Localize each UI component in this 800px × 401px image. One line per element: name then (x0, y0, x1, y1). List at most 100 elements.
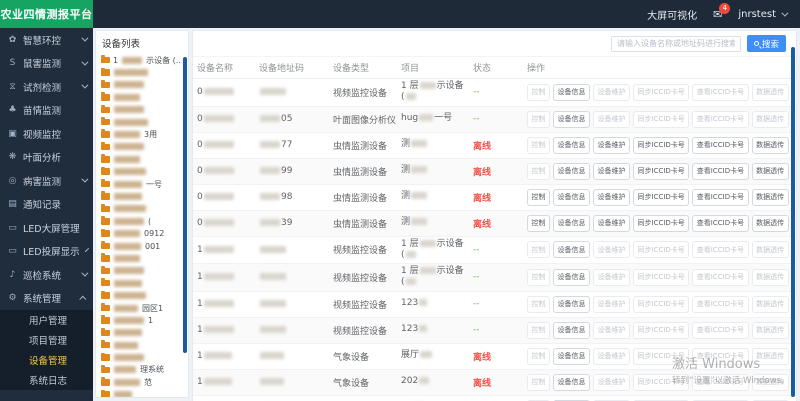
tree-item[interactable] (101, 116, 185, 128)
op-button-6[interactable]: 数据透传 (751, 83, 789, 101)
sidebar-item-2[interactable]: S 鼠害监测 (0, 52, 93, 76)
op-button-4[interactable]: 同步ICCID卡号 (633, 268, 690, 286)
tree-item[interactable] (101, 339, 185, 351)
tree-item[interactable]: 理系统 (101, 364, 185, 376)
op-button-3[interactable]: 设备维护 (593, 373, 630, 391)
op-button-5[interactable]: 查看ICCID卡号 (692, 347, 749, 365)
search-button[interactable]: 搜索 (746, 35, 786, 52)
sidebar-item-8[interactable]: ▤ 通知记录 (0, 193, 93, 217)
sidebar-item-4[interactable]: ♣ 苗情监测 (0, 99, 93, 123)
sidebar-subitem-系统日志[interactable]: 系统日志 (0, 370, 93, 390)
op-button-6[interactable]: 数据透传 (751, 214, 789, 232)
sidebar-item-3[interactable]: ⧖ 试剂检测 (0, 75, 93, 99)
message-icon-wrap[interactable]: ✉ 4 (713, 2, 731, 21)
sidebar-item-6[interactable]: ❋ 叶面分析 (0, 146, 93, 170)
op-button-5[interactable]: 查看ICCID卡号 (692, 373, 749, 391)
op-button-3[interactable]: 设备维护 (593, 268, 630, 286)
op-button-1[interactable]: 控制 (527, 321, 550, 339)
tree-item[interactable] (101, 252, 185, 264)
tree-item[interactable]: 范 (101, 376, 185, 388)
tree-item[interactable] (101, 203, 185, 215)
tree-item[interactable]: 一号 (101, 178, 185, 190)
tree-item[interactable] (101, 190, 185, 202)
device-list-scrollbar[interactable] (183, 57, 187, 353)
op-button-6[interactable]: 数据透传 (751, 373, 789, 391)
op-button-6[interactable]: 数据透传 (751, 110, 789, 128)
op-button-5[interactable]: 查看ICCID卡号 (692, 241, 749, 259)
tree-item[interactable]: ( (101, 215, 185, 227)
op-button-4[interactable]: 同步ICCID卡号 (633, 110, 690, 128)
sidebar-item-7[interactable]: ◎ 病害监测 (0, 169, 93, 193)
op-button-1[interactable]: 控制 (527, 268, 550, 286)
tree-item[interactable] (101, 79, 185, 91)
sidebar-item-5[interactable]: ▣ 视频监控 (0, 122, 93, 146)
op-button-5[interactable]: 查看ICCID卡号 (692, 162, 749, 180)
tree-item[interactable] (101, 289, 185, 301)
op-button-6[interactable]: 数据透传 (751, 136, 789, 154)
op-button-5[interactable]: 查看ICCID卡号 (692, 295, 749, 313)
op-button-3[interactable]: 设备维护 (593, 347, 630, 365)
op-button-3[interactable]: 设备维护 (593, 110, 630, 128)
op-button-2[interactable]: 设备信息 (553, 347, 590, 365)
tree-item[interactable]: 3用 (101, 128, 185, 140)
op-button-4[interactable]: 同步ICCID卡号 (633, 162, 690, 180)
op-button-1[interactable]: 控制 (527, 295, 550, 313)
op-button-5[interactable]: 查看ICCID卡号 (692, 188, 749, 206)
op-button-4[interactable]: 同步ICCID卡号 (633, 136, 690, 154)
user-menu[interactable]: jnrstest (738, 9, 789, 20)
op-button-4[interactable]: 同步ICCID卡号 (633, 321, 690, 339)
op-button-5[interactable]: 查看ICCID卡号 (692, 321, 749, 339)
tree-item[interactable] (101, 389, 185, 397)
op-button-6[interactable]: 数据透传 (751, 188, 789, 206)
tree-item[interactable] (101, 104, 185, 116)
op-button-6[interactable]: 数据透传 (751, 295, 789, 313)
op-button-3[interactable]: 设备维护 (593, 241, 630, 259)
tree-item[interactable] (101, 351, 185, 363)
table-scrollbar[interactable] (791, 47, 795, 397)
op-button-5[interactable]: 查看ICCID卡号 (692, 110, 749, 128)
tree-item[interactable] (101, 91, 185, 103)
op-button-5[interactable]: 查看ICCID卡号 (692, 83, 749, 101)
sidebar-item-10[interactable]: ▭ LED投屏显示 (0, 240, 93, 264)
search-input[interactable] (610, 35, 741, 52)
tree-item[interactable] (101, 166, 185, 178)
op-button-2[interactable]: 设备信息 (553, 241, 590, 259)
op-button-4[interactable]: 同步ICCID卡号 (633, 295, 690, 313)
tree-item[interactable]: 001 (101, 240, 185, 252)
op-button-2[interactable]: 设备信息 (553, 110, 590, 128)
op-button-4[interactable]: 同步ICCID卡号 (633, 188, 690, 206)
sidebar-item-9[interactable]: ▭ LED大屏管理 (0, 216, 93, 240)
op-button-1[interactable]: 控制 (527, 373, 550, 391)
sidebar-subitem-项目管理[interactable]: 项目管理 (0, 330, 93, 350)
op-button-6[interactable]: 数据透传 (751, 321, 789, 339)
tree-item[interactable]: 0912 (101, 227, 185, 239)
tree-item[interactable] (101, 327, 185, 339)
op-button-4[interactable]: 同步ICCID卡号 (633, 347, 690, 365)
tree-item[interactable]: 园区1 (101, 302, 185, 314)
tree-item[interactable] (101, 277, 185, 289)
op-button-4[interactable]: 同步ICCID卡号 (633, 373, 690, 391)
tree-item[interactable] (101, 141, 185, 153)
op-button-2[interactable]: 设备信息 (553, 295, 590, 313)
op-button-3[interactable]: 设备维护 (593, 321, 630, 339)
op-button-4[interactable]: 同步ICCID卡号 (633, 214, 690, 232)
op-button-6[interactable]: 数据透传 (751, 241, 789, 259)
op-button-2[interactable]: 设备信息 (553, 321, 590, 339)
op-button-5[interactable]: 查看ICCID卡号 (692, 268, 749, 286)
tree-item[interactable] (101, 153, 185, 165)
op-button-3[interactable]: 设备维护 (593, 295, 630, 313)
tree-item[interactable] (101, 66, 185, 78)
sidebar-item-12[interactable]: ⚙ 系统管理 (0, 287, 93, 311)
op-button-1[interactable]: 控制 (527, 188, 550, 206)
op-button-3[interactable]: 设备维护 (593, 214, 630, 232)
op-button-1[interactable]: 控制 (527, 136, 550, 154)
sidebar-item-11[interactable]: ♪ 巡检系统 (0, 263, 93, 287)
op-button-1[interactable]: 控制 (527, 83, 550, 101)
big-screen-link[interactable]: 大屏可视化 (647, 7, 697, 22)
op-button-4[interactable]: 同步ICCID卡号 (633, 241, 690, 259)
op-button-3[interactable]: 设备维护 (593, 188, 630, 206)
op-button-5[interactable]: 查看ICCID卡号 (692, 136, 749, 154)
op-button-3[interactable]: 设备维护 (593, 83, 630, 101)
sidebar-item-1[interactable]: ✿ 智慧环控 (0, 28, 93, 52)
op-button-1[interactable]: 控制 (527, 241, 550, 259)
